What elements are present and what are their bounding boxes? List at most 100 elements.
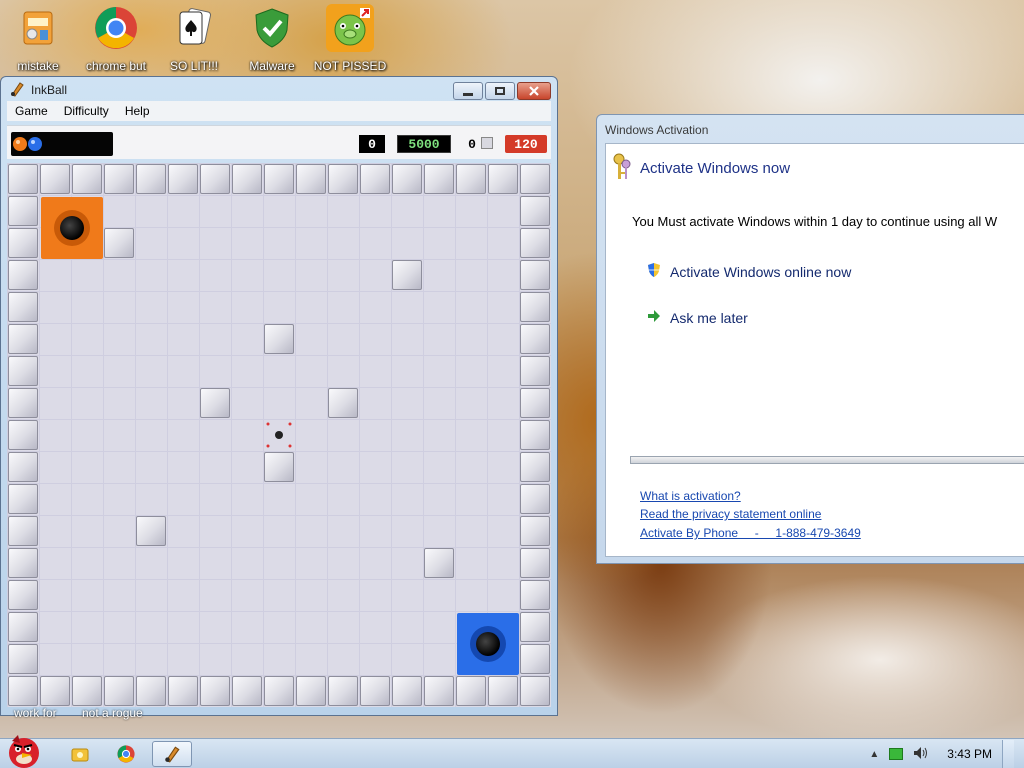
wall-block: [8, 228, 38, 258]
taskbar-chrome[interactable]: [106, 741, 146, 767]
playing-card-icon: [170, 4, 218, 52]
network-icon[interactable]: [889, 748, 904, 760]
desktop-icon-mistake[interactable]: mistake: [2, 4, 74, 76]
desktop-icon-so-lit[interactable]: SO LIT!!!: [158, 4, 230, 76]
angry-bird-icon: [9, 735, 39, 768]
menu-help[interactable]: Help: [125, 104, 150, 118]
wall-block: [520, 676, 550, 706]
angry-pig-icon: [326, 4, 374, 52]
desktop-icon-malware[interactable]: Malware: [236, 4, 308, 76]
close-button[interactable]: [517, 82, 551, 100]
progress-divider: [630, 456, 1024, 464]
wall-block: [232, 164, 262, 194]
wall-block: [424, 164, 454, 194]
wall-block: [360, 676, 390, 706]
inkball-app-icon: [9, 81, 25, 100]
shield-check-icon: [248, 4, 296, 52]
privacy-statement-link[interactable]: Read the privacy statement online: [640, 507, 821, 521]
wall-block: [8, 644, 38, 674]
wall-block: [104, 228, 134, 258]
wall-block: [520, 612, 550, 642]
score-bar: 0 5000 0 120: [7, 125, 551, 159]
wall-block: [456, 164, 486, 194]
score-main: 5000: [397, 135, 451, 153]
wall-block: [424, 676, 454, 706]
wall-block: [520, 644, 550, 674]
inkball-app-icon: [165, 746, 180, 763]
show-desktop-button[interactable]: [1002, 740, 1014, 768]
wall-block: [8, 676, 38, 706]
activate-online-option[interactable]: Activate Windows online now: [646, 262, 851, 281]
wall-block: [488, 676, 518, 706]
inkball-titlebar[interactable]: InkBall: [9, 81, 67, 99]
show-hidden-icon[interactable]: ▲: [869, 749, 879, 760]
wall-block: [72, 676, 102, 706]
desktop-icon-label: Malware: [249, 59, 295, 73]
wall-block: [520, 548, 550, 578]
activation-heading: Activate Windows now: [640, 160, 791, 177]
minimize-button[interactable]: [453, 82, 483, 100]
menu-difficulty[interactable]: Difficulty: [64, 104, 109, 118]
taskbar: ▲ 3:43 PM: [0, 735, 1024, 768]
wall-block: [8, 388, 38, 418]
ask-later-label: Ask me later: [670, 309, 748, 326]
wall-block: [360, 164, 390, 194]
keys-icon: [610, 152, 634, 185]
wall-block: [520, 324, 550, 354]
game-board[interactable]: [7, 163, 551, 707]
queued-balls-icon: [13, 137, 42, 151]
ball-queue: [11, 132, 113, 156]
wall-block: [392, 676, 422, 706]
explorer-icon: [71, 748, 89, 762]
taskbar-explorer[interactable]: [60, 741, 100, 767]
wall-block: [8, 324, 38, 354]
desktop-icon-label: chrome but: [85, 59, 147, 73]
wall-block: [456, 676, 486, 706]
wall-block: [8, 164, 38, 194]
wall-block: [264, 324, 294, 354]
volume-icon[interactable]: [913, 746, 929, 763]
taskbar-inkball[interactable]: [152, 741, 192, 767]
wall-block: [200, 676, 230, 706]
wall-block: [520, 164, 550, 194]
chrome-icon: [92, 4, 140, 52]
wall-block: [488, 164, 518, 194]
blue-hole: [457, 613, 519, 675]
ask-later-option[interactable]: Ask me later: [646, 308, 748, 327]
wall-block: [264, 676, 294, 706]
wall-block: [520, 452, 550, 482]
start-button[interactable]: [2, 731, 48, 768]
wall-block: [328, 388, 358, 418]
wall-block: [104, 164, 134, 194]
desktop-label-partial: not a rogue: [82, 706, 143, 720]
wall-block: [8, 196, 38, 226]
wall-block: [328, 676, 358, 706]
desktop-icon-not-pissed[interactable]: NOT PISSED: [314, 4, 386, 76]
wall-block: [520, 228, 550, 258]
what-is-activation-link[interactable]: What is activation?: [640, 489, 741, 503]
wall-block: [8, 452, 38, 482]
menu-game[interactable]: Game: [15, 104, 48, 118]
wall-block: [264, 452, 294, 482]
maximize-button[interactable]: [485, 82, 515, 100]
maximize-icon: [495, 87, 505, 95]
activation-window[interactable]: Windows Activation Activate Windows now …: [596, 114, 1024, 564]
wall-block: [8, 260, 38, 290]
wall-block: [520, 388, 550, 418]
wall-block: [168, 676, 198, 706]
wall-block: [8, 356, 38, 386]
desktop-icon-label: NOT PISSED: [313, 59, 387, 73]
wall-block: [40, 676, 70, 706]
wall-block: [296, 676, 326, 706]
desktop-icon-chrome[interactable]: chrome but: [80, 4, 152, 76]
menu-bar: Game Difficulty Help: [7, 101, 551, 121]
inkball-window[interactable]: InkBall Game Difficulty Help 0 5000 0 12…: [0, 76, 558, 716]
wall-block: [264, 164, 294, 194]
activate-by-phone-link[interactable]: Activate By Phone - 1-888-479-3649: [640, 526, 861, 540]
wall-block: [520, 580, 550, 610]
wall-block: [8, 516, 38, 546]
wall-block: [520, 420, 550, 450]
activation-window-title: Windows Activation: [605, 123, 709, 137]
clock[interactable]: 3:43 PM: [947, 747, 992, 761]
window-title: InkBall: [31, 83, 68, 97]
